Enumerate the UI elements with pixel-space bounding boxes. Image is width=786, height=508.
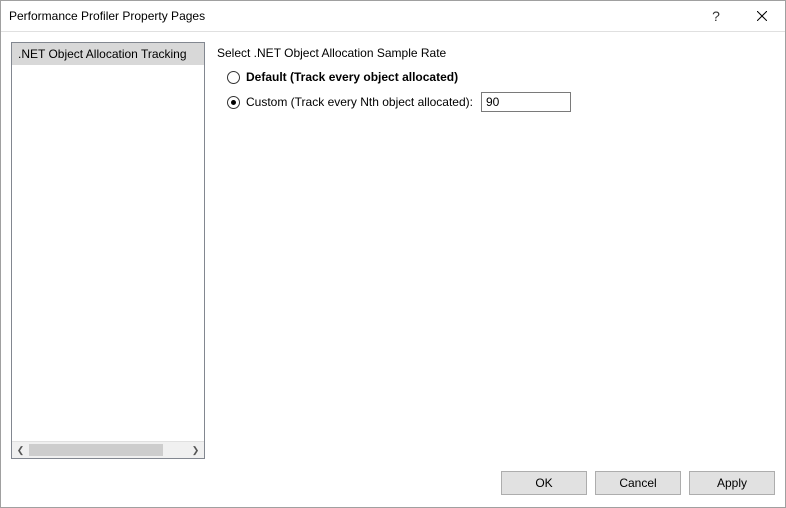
- chevron-left-icon: ❮: [17, 445, 25, 456]
- sidebar-item-allocation-tracking[interactable]: .NET Object Allocation Tracking: [12, 43, 204, 65]
- category-sidebar: .NET Object Allocation Tracking ❮ ❯: [11, 42, 205, 459]
- help-icon: ?: [712, 8, 720, 24]
- radio-custom-label[interactable]: Custom (Track every Nth object allocated…: [246, 95, 473, 109]
- custom-value-input[interactable]: [481, 92, 571, 112]
- apply-button-label: Apply: [717, 476, 747, 490]
- ok-button[interactable]: OK: [501, 471, 587, 495]
- chevron-right-icon: ❯: [192, 445, 200, 456]
- radio-default-label[interactable]: Default (Track every object allocated): [246, 70, 458, 84]
- content-panel: Select .NET Object Allocation Sample Rat…: [211, 42, 775, 459]
- close-icon: [757, 11, 767, 21]
- section-label: Select .NET Object Allocation Sample Rat…: [217, 46, 769, 60]
- scroll-right-button[interactable]: ❯: [187, 442, 204, 458]
- radio-custom[interactable]: [227, 96, 240, 109]
- category-list: .NET Object Allocation Tracking: [12, 43, 204, 441]
- option-default-row: Default (Track every object allocated): [227, 70, 769, 84]
- scroll-thumb[interactable]: [29, 444, 163, 456]
- property-pages-window: Performance Profiler Property Pages ? .N…: [0, 0, 786, 508]
- ok-button-label: OK: [535, 476, 552, 490]
- option-custom-row: Custom (Track every Nth object allocated…: [227, 92, 769, 112]
- radio-default[interactable]: [227, 71, 240, 84]
- scroll-left-button[interactable]: ❮: [12, 442, 29, 458]
- close-button[interactable]: [739, 1, 785, 31]
- cancel-button[interactable]: Cancel: [595, 471, 681, 495]
- titlebar: Performance Profiler Property Pages ?: [1, 1, 785, 32]
- dialog-body: .NET Object Allocation Tracking ❮ ❯ Sele…: [1, 32, 785, 459]
- cancel-button-label: Cancel: [619, 476, 656, 490]
- apply-button[interactable]: Apply: [689, 471, 775, 495]
- scroll-track[interactable]: [29, 442, 187, 458]
- horizontal-scrollbar[interactable]: ❮ ❯: [12, 441, 204, 458]
- sidebar-item-label: .NET Object Allocation Tracking: [18, 47, 187, 61]
- dialog-footer: OK Cancel Apply: [1, 459, 785, 507]
- window-title: Performance Profiler Property Pages: [9, 9, 693, 23]
- help-button[interactable]: ?: [693, 1, 739, 31]
